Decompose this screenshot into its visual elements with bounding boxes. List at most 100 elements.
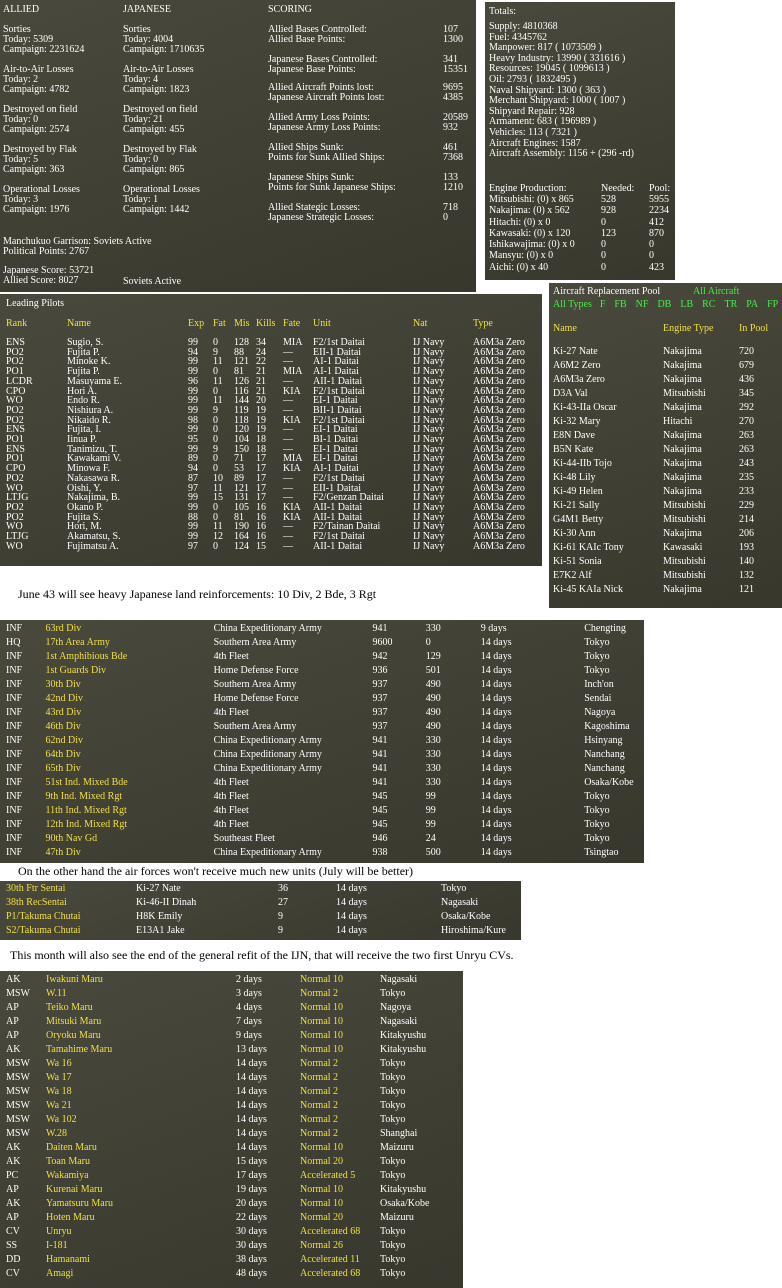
ship-row[interactable]: MSW Wa 21 14 days Normal 2 Tokyo	[6, 1099, 460, 1113]
air-unit-row[interactable]: P1/Takuma Chutai H8K Emily 9 14 days Osaka/K…	[6, 910, 521, 924]
ship-name: W.11	[46, 988, 67, 999]
land-unit-row[interactable]: INF 30th Div Southern Area Army 937 490 14 da…	[6, 678, 644, 692]
arrival: 14 days	[480, 679, 512, 690]
land-unit-row[interactable]: INF 12th Ind. Mixed Rgt 4th Fleet 945 99 14 d…	[6, 818, 644, 832]
ship-row[interactable]: MSW W.28 14 days Normal 2 Shanghai	[6, 1127, 460, 1141]
engine-row: Nakajima: (0) x 562 928 2234	[489, 205, 673, 216]
destination: Tsingtao	[584, 847, 619, 858]
engine-type: Nakajima	[663, 472, 702, 483]
filter-tab[interactable]: F	[600, 299, 606, 310]
land-unit-row[interactable]: INF 90th Nav Gd Southeast Fleet 946 24 14 day…	[6, 832, 644, 846]
land-unit-row[interactable]: INF 9th Ind. Mixed Rgt 4th Fleet 945 99 14 da…	[6, 790, 644, 804]
pilots-col-header[interactable]: Fate	[283, 318, 300, 329]
land-unit-row[interactable]: INF 62nd Div China Expeditionary Army 941 33…	[6, 734, 644, 748]
unit-size: 330	[425, 735, 441, 746]
pilot-cell: —	[283, 540, 293, 552]
air-unit-row[interactable]: 38th RecSentai Ki-46-II Dinah 27 14 days Nag…	[6, 896, 521, 910]
pool-row[interactable]: E7K2 Alf Mitsubishi 132	[553, 569, 778, 583]
pool-row[interactable]: Ki-27 Nate Nakajima 720	[553, 345, 778, 359]
pilots-col-header[interactable]: Type	[473, 318, 493, 329]
land-unit-row[interactable]: INF 65th Div China Expeditionary Army 941 33…	[6, 762, 644, 776]
land-unit-row[interactable]: INF 64th Div China Expeditionary Army 941 33…	[6, 748, 644, 762]
ship-row[interactable]: DD Hamanami 38 days Accelerated 11 Tokyo	[6, 1253, 460, 1267]
unit-type: INF	[6, 833, 23, 844]
land-unit-row[interactable]: INF 47th Div China Expeditionary Army 938 50…	[6, 846, 644, 860]
pool-row[interactable]: Ki-30 Ann Nakajima 206	[553, 527, 778, 541]
ship-row[interactable]: MSW Wa 16 14 days Normal 2 Tokyo	[6, 1057, 460, 1071]
pilots-col-header[interactable]: Nat	[413, 318, 427, 329]
land-unit-row[interactable]: INF 51st Ind. Mixed Bde 4th Fleet 941 330 14 …	[6, 776, 644, 790]
filter-tab[interactable]: RC	[702, 299, 715, 310]
arrival: 14 days	[236, 1100, 267, 1111]
pool-row[interactable]: Ki-51 Sonia Mitsubishi 140	[553, 555, 778, 569]
ship-row[interactable]: AK Daiten Maru 14 days Normal 10 Maizuru	[6, 1141, 460, 1155]
ship-row[interactable]: MSW W.11 3 days Normal 2 Tokyo	[6, 987, 460, 1001]
refit-mode: Normal 2	[300, 1114, 339, 1125]
pilots-col-header[interactable]: Kills	[256, 318, 275, 329]
pool-row[interactable]: E8N Dave Nakajima 263	[553, 429, 778, 443]
ship-row[interactable]: AP Hoten Maru 22 days Normal 20 Maizuru	[6, 1211, 460, 1225]
ship-row[interactable]: AP Mitsuki Maru 7 days Normal 10 Nagasaki	[6, 1015, 460, 1029]
ship-row[interactable]: MSW Wa 102 14 days Normal 2 Tokyo	[6, 1113, 460, 1127]
land-unit-row[interactable]: INF 43rd Div 4th Fleet 937 490 14 days Nagoya	[6, 706, 644, 720]
ship-row[interactable]: AK Tamahime Maru 13 days Normal 10 Kitakyush…	[6, 1043, 460, 1057]
pool-row[interactable]: Ki-43-IIa Oscar Nakajima 292	[553, 401, 778, 415]
pilots-col-header[interactable]: Exp	[188, 318, 204, 329]
filter-tab[interactable]: LB	[680, 299, 693, 310]
pool-row[interactable]: Ki-49 Helen Nakajima 233	[553, 485, 778, 499]
land-unit-row[interactable]: INF 11th Ind. Mixed Rgt 4th Fleet 945 99 14 d…	[6, 804, 644, 818]
filter-tab[interactable]: NF	[636, 299, 649, 310]
pilot-row[interactable]: WO Fujimatsu A. 97 0 124 15 — AII-1 Daitai IJ Na…	[0, 540, 540, 552]
ship-row[interactable]: AP Oryoku Maru 9 days Normal 10 Kitakyushu	[6, 1029, 460, 1043]
land-unit-row[interactable]: INF 63rd Div China Expeditionary Army 941 33…	[6, 622, 644, 636]
filter-tab[interactable]: FP	[767, 299, 778, 310]
pilots-col-header[interactable]: Fat	[213, 318, 226, 329]
pilots-col-header[interactable]: Unit	[313, 318, 331, 329]
land-unit-row[interactable]: INF 1st Amphibious Bde 4th Fleet 942 129 14 d…	[6, 650, 644, 664]
all-aircraft-toggle[interactable]: All Aircraft	[693, 286, 739, 297]
pool-row[interactable]: A6M3a Zero Nakajima 436	[553, 373, 778, 387]
unit-name: 64th Div	[45, 749, 81, 760]
ship-row[interactable]: MSW Wa 18 14 days Normal 2 Tokyo	[6, 1085, 460, 1099]
pilots-col-header[interactable]: Mis	[234, 318, 250, 329]
ship-row[interactable]: AP Kurenai Maru 19 days Normal 10 Kitakyushu	[6, 1183, 460, 1197]
pool-row[interactable]: Ki-61 KAIc Tony Kawasaki 193	[553, 541, 778, 555]
ship-row[interactable]: AP Teiko Maru 4 days Normal 10 Nagoya	[6, 1001, 460, 1015]
pool-row[interactable]: Ki-44-IIb Tojo Nakajima 243	[553, 457, 778, 471]
destination: Chengting	[584, 623, 626, 634]
ship-row[interactable]: CV Unryu 30 days Accelerated 68 Tokyo	[6, 1225, 460, 1239]
filter-tab[interactable]: TR	[724, 299, 737, 310]
filter-tab[interactable]: All Types	[553, 299, 592, 310]
ship-row[interactable]: SS I-181 30 days Normal 26 Tokyo	[6, 1239, 460, 1253]
ship-row[interactable]: MSW Wa 17 14 days Normal 2 Tokyo	[6, 1071, 460, 1085]
pool-row[interactable]: Ki-32 Mary Hitachi 270	[553, 415, 778, 429]
unit-type: INF	[6, 693, 23, 704]
pool-row[interactable]: G4M1 Betty Mitsubishi 214	[553, 513, 778, 527]
land-unit-row[interactable]: INF 42nd Div Home Defense Force 937 490 14 da…	[6, 692, 644, 706]
land-unit-row[interactable]: INF 46th Div Southern Area Army 937 490 14 da…	[6, 720, 644, 734]
air-unit-row[interactable]: S2/Takuma Chutai E13A1 Jake 9 14 days Hirosh…	[6, 924, 521, 938]
land-unit-row[interactable]: HQ 17th Area Army Southern Area Army 9600 0 1…	[6, 636, 644, 650]
pool-row[interactable]: Ki-48 Lily Nakajima 235	[553, 471, 778, 485]
pilots-col-header[interactable]: Rank	[6, 318, 27, 329]
land-unit-row[interactable]: INF 1st Guards Div Home Defense Force 936 50…	[6, 664, 644, 678]
engine-list: Mitsubishi: (0) x 865 528 5955 Nakajima: (0…	[489, 194, 673, 273]
filter-tab[interactable]: DB	[657, 299, 671, 310]
ship-row[interactable]: PC Wakamiya 17 days Accelerated 5 Tokyo	[6, 1169, 460, 1183]
arrival: 14 days	[236, 1142, 267, 1153]
ship-type: AP	[6, 1212, 19, 1223]
pilots-col-header[interactable]: Name	[67, 318, 91, 329]
ship-row[interactable]: AK Yamatsuru Maru 20 days Normal 10 Osaka/Ko…	[6, 1197, 460, 1211]
port: Nagasaki	[380, 1016, 418, 1027]
pool-row[interactable]: D3A Val Mitsubishi 345	[553, 387, 778, 401]
air-unit-row[interactable]: 30th Ftr Sentai Ki-27 Nate 36 14 days Tokyo	[6, 882, 521, 896]
pool-row[interactable]: B5N Kate Nakajima 263	[553, 443, 778, 457]
ship-row[interactable]: AK Toan Maru 15 days Normal 20 Tokyo	[6, 1155, 460, 1169]
filter-tab[interactable]: FB	[614, 299, 626, 310]
ship-row[interactable]: AK Iwakuni Maru 2 days Normal 10 Nagasaki	[6, 973, 460, 987]
pool-row[interactable]: Ki-21 Sally Mitsubishi 229	[553, 499, 778, 513]
pool-row[interactable]: Ki-45 KAIa Nick Nakajima 121	[553, 583, 778, 597]
pool-row[interactable]: A6M2 Zero Nakajima 679	[553, 359, 778, 373]
ship-row[interactable]: CV Amagi 48 days Accelerated 68 Tokyo	[6, 1267, 460, 1281]
filter-tab[interactable]: PA	[746, 299, 758, 310]
